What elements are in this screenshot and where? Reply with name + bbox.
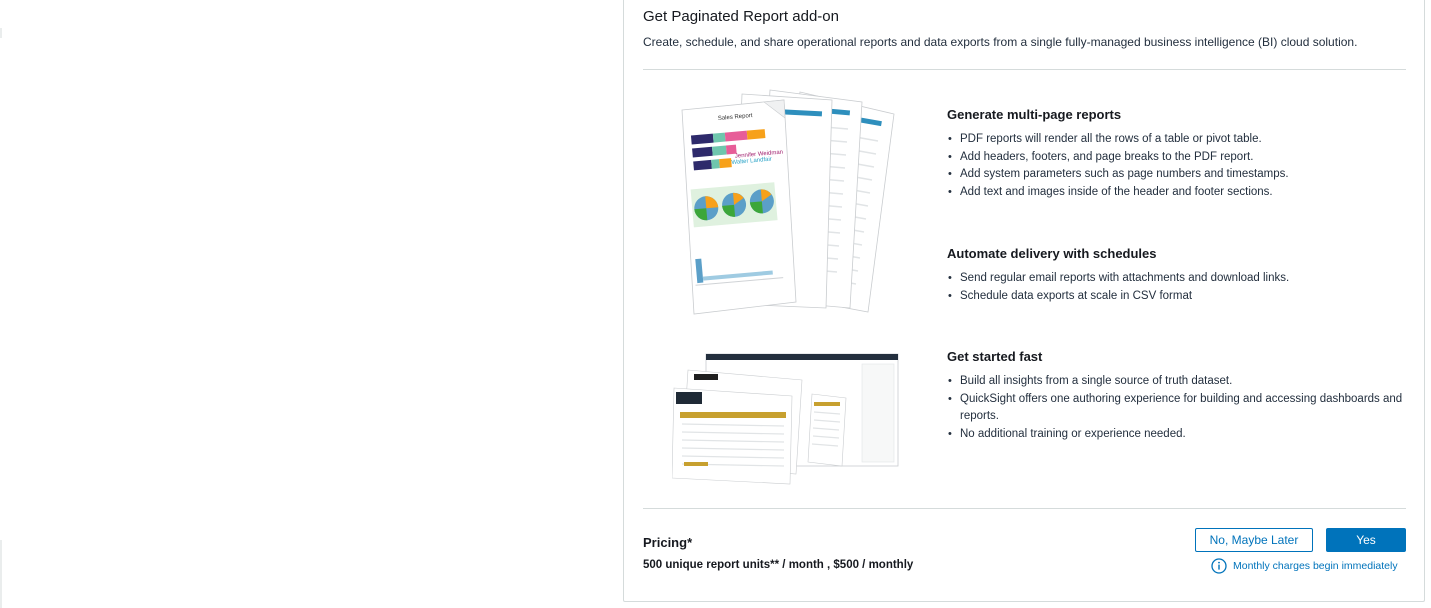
feature-heading: Automate delivery with schedules bbox=[947, 246, 1157, 261]
left-edge-mark bbox=[0, 28, 2, 38]
dialog-title: Get Paginated Report add-on bbox=[643, 8, 839, 25]
feature-bullet: Add system parameters such as page numbe… bbox=[947, 166, 1407, 184]
paginated-report-dialog: Get Paginated Report add-on Create, sche… bbox=[623, 0, 1425, 602]
yes-button[interactable]: Yes bbox=[1326, 528, 1406, 552]
section-divider bbox=[643, 508, 1406, 509]
feature-bullet: No additional training or experience nee… bbox=[947, 426, 1407, 444]
section-divider bbox=[643, 69, 1406, 70]
feature-bullet: Schedule data exports at scale in CSV fo… bbox=[947, 288, 1407, 306]
pricing-detail: 500 unique report units** / month , $500… bbox=[643, 559, 914, 571]
dashboard-reports-illustration bbox=[672, 353, 899, 485]
feature-heading: Generate multi-page reports bbox=[947, 107, 1122, 122]
report-page-1 bbox=[672, 387, 793, 485]
dialog-subtitle: Create, schedule, and share operational … bbox=[643, 35, 1358, 49]
pricing-title: Pricing* bbox=[643, 535, 693, 550]
multi-page-report-illustration: Sales Report Jennifer Weidman Walter Lan… bbox=[681, 89, 895, 315]
feature-automate-delivery: Automate delivery with schedules Send re… bbox=[947, 246, 1407, 305]
feature-multi-page-reports: Generate multi-page reports PDF reports … bbox=[947, 107, 1407, 201]
feature-bullet: Add headers, footers, and page breaks to… bbox=[947, 149, 1407, 167]
info-icon bbox=[1211, 558, 1227, 574]
no-maybe-later-button[interactable]: No, Maybe Later bbox=[1195, 528, 1313, 552]
feature-bullet: Add text and images inside of the header… bbox=[947, 184, 1407, 202]
front-page: Sales Report Jennifer Weidman Walter Lan… bbox=[681, 99, 797, 315]
monthly-charges-notice: Monthly charges begin immediately bbox=[1211, 558, 1398, 574]
feature-bullet: PDF reports will render all the rows of … bbox=[947, 131, 1407, 149]
report-page-3 bbox=[807, 393, 847, 467]
feature-get-started-fast: Get started fast Build all insights from… bbox=[947, 349, 1407, 443]
feature-bullet: Send regular email reports with attachme… bbox=[947, 270, 1407, 288]
left-edge-mark bbox=[0, 540, 2, 608]
notice-text: Monthly charges begin immediately bbox=[1233, 560, 1398, 572]
feature-heading: Get started fast bbox=[947, 349, 1043, 364]
feature-bullet: Build all insights from a single source … bbox=[947, 373, 1407, 391]
feature-bullet: QuickSight offers one authoring experien… bbox=[947, 391, 1407, 426]
